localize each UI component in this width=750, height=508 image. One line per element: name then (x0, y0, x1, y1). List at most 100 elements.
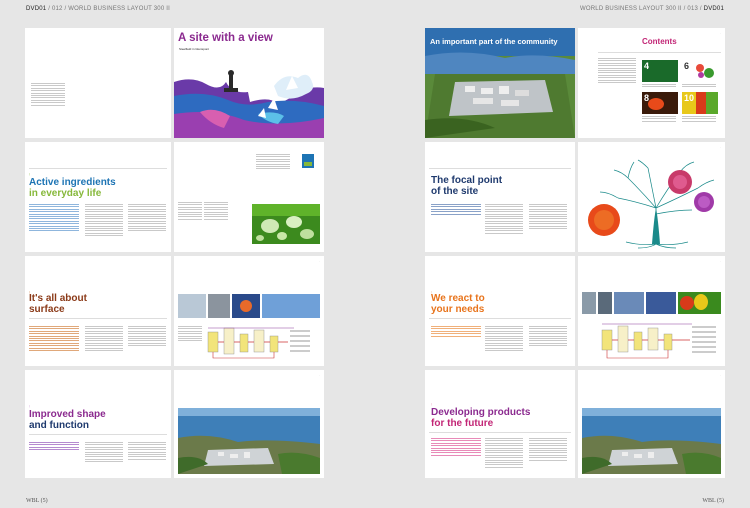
logo-badge (302, 154, 314, 168)
page-subtitle: Steelfield in Glenspont (179, 47, 210, 51)
divider (29, 168, 167, 169)
title-line: of the site (431, 185, 479, 197)
title-line: surface (29, 303, 65, 315)
header-sep: / (699, 6, 702, 12)
section-label: | (29, 404, 30, 408)
page-s4-left[interactable]: | Improved shape and function (25, 370, 171, 478)
header-right: WORLD BUSINESS LAYOUT 300 II / 013 / DVD… (580, 6, 724, 12)
page-s4-right[interactable]: · (174, 370, 324, 478)
page-marker: · (720, 145, 721, 149)
page-s5-left[interactable]: An important part of the community (425, 28, 575, 138)
header-left: DVD01 / 012 / WORLD BUSINESS LAYOUT 300 … (26, 6, 170, 12)
body-text (85, 204, 123, 237)
page-marker: · (720, 373, 721, 377)
page-marker: · (720, 259, 721, 263)
tile-caption (682, 116, 716, 123)
header-right-page: 013 (687, 6, 699, 12)
page-title: Developing products for the future (431, 407, 531, 429)
title-line: Improved shape (29, 409, 106, 420)
body-text (485, 438, 523, 469)
contents-tile[interactable]: 6 (682, 60, 718, 82)
photo-strip (178, 294, 320, 318)
page-s2-left[interactable]: | Active ingredients in everyday life (25, 142, 171, 252)
body-text (128, 442, 166, 461)
header-right-title: WORLD BUSINESS LAYOUT 300 II (580, 6, 682, 12)
tile-caption (642, 116, 676, 123)
aerial-site-photo (178, 408, 320, 474)
page-s1-left[interactable] (25, 28, 171, 138)
page-s3-left[interactable]: | It's all about surface (25, 256, 171, 366)
header-left-code: DVD01 (26, 6, 47, 12)
contents-tile[interactable]: 8 (642, 92, 678, 114)
title-line: Active ingredients (29, 177, 116, 188)
body-text (178, 326, 202, 343)
header-sep: / (683, 6, 686, 12)
title-line: The focal point (431, 175, 503, 186)
header-sep: / (64, 6, 67, 12)
page-s2-right[interactable] (174, 142, 324, 252)
intro-text (431, 326, 481, 338)
tile-caption (642, 84, 676, 89)
page-s7-left[interactable]: | We react to your needs (425, 256, 575, 366)
watercolor-image (174, 70, 324, 138)
process-diagram (207, 327, 310, 359)
title-line: It's all about (29, 293, 87, 304)
page-s3-right[interactable]: · (174, 256, 324, 366)
intro-text (29, 204, 79, 233)
body-text (85, 326, 123, 352)
body-text (529, 438, 567, 462)
title-line: and function (29, 419, 89, 431)
page-title: We react to your needs (431, 293, 485, 315)
body-text (31, 83, 65, 107)
page-s6-left[interactable]: The focal point of the site (425, 142, 575, 252)
tile-number: 10 (684, 93, 695, 103)
tile-number: 4 (644, 61, 650, 71)
page-s8-right[interactable]: · (578, 370, 725, 478)
header-left-page: 012 (51, 6, 63, 12)
page-s1-right[interactable]: A site with a view Steelfield in Glenspo… (174, 28, 324, 138)
header-left-title: WORLD BUSINESS LAYOUT 300 II (68, 6, 170, 12)
contents-tile[interactable]: 10 (682, 92, 718, 114)
title-line: We react to (431, 293, 485, 304)
page-s7-right[interactable]: · (578, 256, 725, 366)
contents-tile[interactable]: 4 (642, 60, 678, 82)
page-title: A site with a view (178, 32, 273, 44)
footer-right: WBL (5) (702, 498, 724, 504)
water-drops-image (252, 204, 320, 244)
process-diagram (601, 323, 716, 359)
header-right-code: DVD01 (703, 6, 724, 12)
body-text (256, 154, 290, 171)
body-text (128, 326, 166, 348)
page-title: Improved shape and function (29, 409, 106, 431)
section-label: | (29, 172, 30, 176)
section-label: | (431, 402, 432, 406)
title-line: Developing products (431, 407, 531, 418)
body-text (485, 326, 523, 352)
page-title: An important part of the community (430, 37, 558, 46)
divider (29, 318, 167, 319)
photo-strip (582, 292, 721, 314)
tile-number: 6 (684, 61, 690, 71)
body-text (128, 204, 166, 233)
page-s5-right[interactable]: · Contents 4 6 8 10 (578, 28, 725, 138)
footer-left: WBL (5) (26, 498, 48, 504)
tree-illustration (588, 159, 715, 249)
body-text (85, 442, 123, 464)
page-marker: · (319, 373, 320, 377)
contents-title: Contents (642, 37, 677, 46)
divider (29, 434, 167, 435)
body-text (529, 204, 567, 230)
page-title: Active ingredients in everyday life (29, 177, 116, 199)
divider (598, 52, 721, 53)
divider (429, 168, 571, 169)
intro-text (29, 326, 79, 352)
page-s8-left[interactable]: | Developing products for the future (425, 370, 575, 478)
intro-text (431, 438, 481, 457)
body-text (529, 326, 567, 348)
tile-caption (682, 84, 716, 89)
title-line: your needs (431, 303, 485, 315)
intro-text (431, 204, 481, 216)
body-text (485, 204, 523, 235)
page-s6-right[interactable]: · (578, 142, 725, 252)
divider (429, 432, 571, 433)
